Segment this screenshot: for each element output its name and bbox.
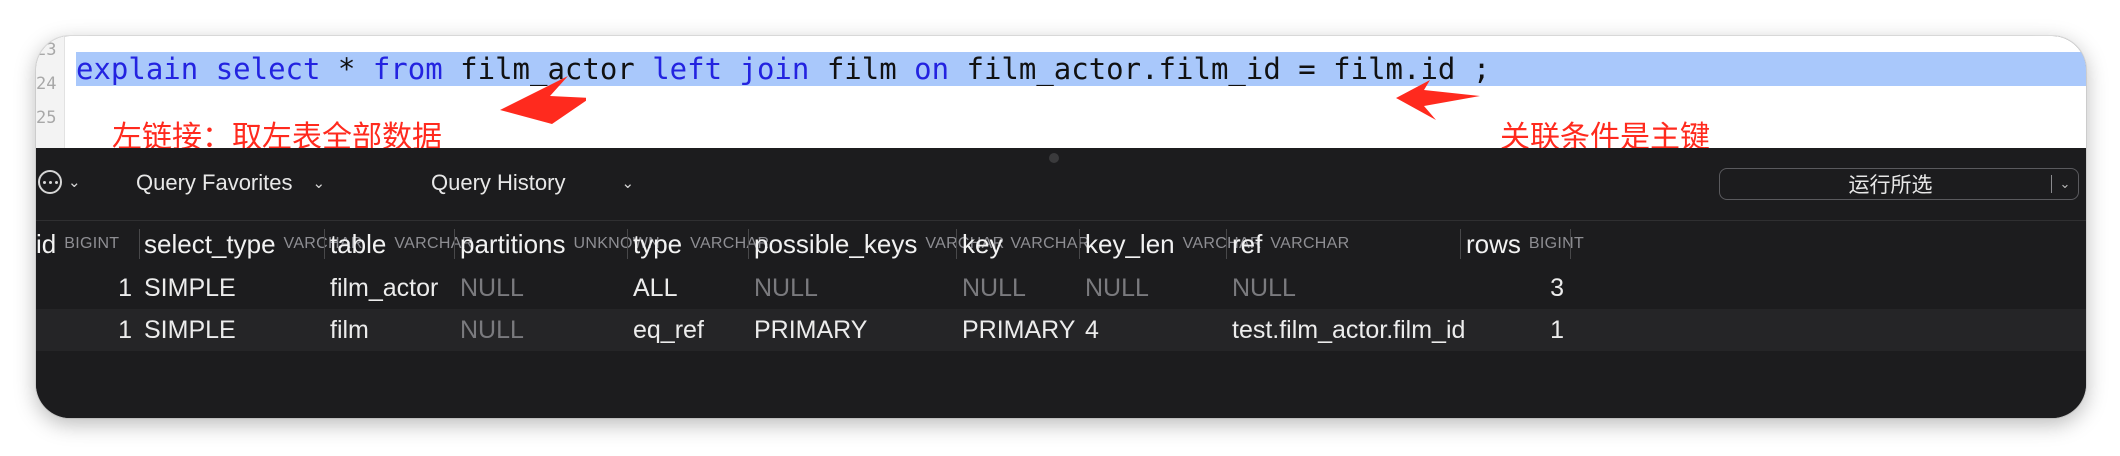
results-grid-header: idBIGINTselect_typeVARCHARtableVARCHARpa… [36,220,2086,268]
sql-keyword: left [652,52,723,86]
column-divider[interactable] [324,229,325,259]
column-type: VARCHAR [1270,235,1350,252]
cell-rows[interactable]: 3 [1466,267,1564,309]
cell-partitions[interactable]: NULL [460,309,524,351]
column-name: type [633,228,683,259]
cell-ref[interactable]: test.film_actor.film_id [1232,309,1465,351]
sql-code-line[interactable]: explain select * from film_actor left jo… [76,50,1490,88]
annotation-left-join: 左链接：取左表全部数据 [112,120,442,148]
cell-id[interactable]: 1 [36,309,132,351]
column-header-partitions[interactable]: partitions UNKNOWN [460,221,660,267]
sql-text: * [320,52,373,86]
arrow-right-annotation [1396,80,1480,120]
sql-keyword: explain [76,52,199,86]
cell-table[interactable]: film_actor [330,267,438,309]
column-type: BIGINT [64,235,120,252]
column-divider[interactable] [956,229,957,259]
query-history-menu[interactable]: Query History ⌄ [431,170,634,196]
column-divider[interactable] [627,229,628,259]
sql-keyword: on [914,52,950,86]
results-panel: ⌄ Query Favorites ⌄ Query History ⌄ 运行所选… [36,148,2086,418]
cell-id[interactable]: 1 [36,267,132,309]
column-header-ref[interactable]: ref VARCHAR [1232,221,1350,267]
query-favorites-label: Query Favorites [136,170,293,195]
app-window: 23 24 25 explain select * from film_acto… [36,36,2086,418]
column-header-id[interactable]: id BIGINT [36,221,119,267]
cell-key[interactable]: NULL [962,267,1026,309]
sql-editor[interactable]: 23 24 25 explain select * from film_acto… [36,36,2086,148]
column-name: partitions [460,228,566,259]
query-history-label: Query History [431,170,566,195]
column-name: key [962,228,1003,259]
column-divider[interactable] [139,229,140,259]
cell-partitions[interactable]: NULL [460,267,524,309]
cell-possible-keys[interactable]: NULL [754,267,818,309]
cell-table[interactable]: film [330,309,369,351]
line-number: 24 [36,74,57,94]
results-toolbar: ⌄ Query Favorites ⌄ Query History ⌄ 运行所选… [36,162,2086,208]
column-divider[interactable] [748,229,749,259]
more-actions-button[interactable]: ⌄ [38,170,81,194]
column-divider[interactable] [1460,229,1461,259]
column-header-rows[interactable]: rows BIGINT [1466,221,1584,267]
run-selected-label: 运行所选 [1848,173,1933,197]
column-name: key_len [1085,228,1175,259]
cell-type[interactable]: ALL [633,267,677,309]
column-type: BIGINT [1528,235,1585,252]
arrow-left-annotation [500,76,586,124]
sql-keyword: select [215,52,321,86]
line-number: 23 [36,40,57,60]
cell-rows[interactable]: 1 [1466,309,1564,351]
run-selected-button[interactable]: 运行所选 ⌄ [1719,168,2079,200]
cell-ref[interactable]: NULL [1232,267,1296,309]
cell-key-len[interactable]: NULL [1085,267,1149,309]
cell-possible-keys[interactable]: PRIMARY [754,309,867,351]
chevron-down-icon: ⌄ [312,175,326,192]
table-row[interactable]: 1 SIMPLE film_actor NULL ALL NULL NULL NULL NULL… [36,267,2086,309]
column-name: rows [1466,228,1521,259]
sql-keyword: join [739,52,810,86]
column-header-key[interactable]: key VARCHAR [962,221,1090,267]
cell-select-type[interactable]: SIMPLE [144,267,236,309]
column-type: VARCHAR [1010,235,1090,252]
column-header-table[interactable]: table VARCHAR [330,221,474,267]
column-divider[interactable] [454,229,455,259]
cell-select-type[interactable]: SIMPLE [144,309,236,351]
annotation-primary-key: 关联条件是主键 [1500,120,1710,148]
sql-keyword: from [372,52,443,86]
query-favorites-menu[interactable]: Query Favorites ⌄ [136,170,325,196]
column-name: ref [1232,228,1263,259]
column-divider[interactable] [1570,229,1571,259]
cell-type[interactable]: eq_ref [633,309,704,351]
cell-key[interactable]: PRIMARY [962,309,1075,351]
sql-text: film [809,52,915,86]
table-row[interactable]: 1 SIMPLE film NULL eq_ref PRIMARY PRIMARY 4 test… [36,309,2086,351]
chevron-down-icon[interactable]: ⌄ [2052,176,2078,192]
ellipsis-circle-icon [38,170,62,194]
column-divider[interactable] [1226,229,1227,259]
column-divider[interactable] [1079,229,1080,259]
column-name: id [36,228,57,259]
column-name: select_type [144,228,276,259]
line-number: 25 [36,108,57,128]
chevron-down-icon: ⌄ [621,175,635,192]
chevron-down-icon: ⌄ [68,174,81,191]
column-name: table [330,228,387,259]
column-name: possible_keys [754,228,918,259]
cell-key-len[interactable]: 4 [1085,309,1099,351]
line-gutter: 23 24 25 [36,36,65,148]
